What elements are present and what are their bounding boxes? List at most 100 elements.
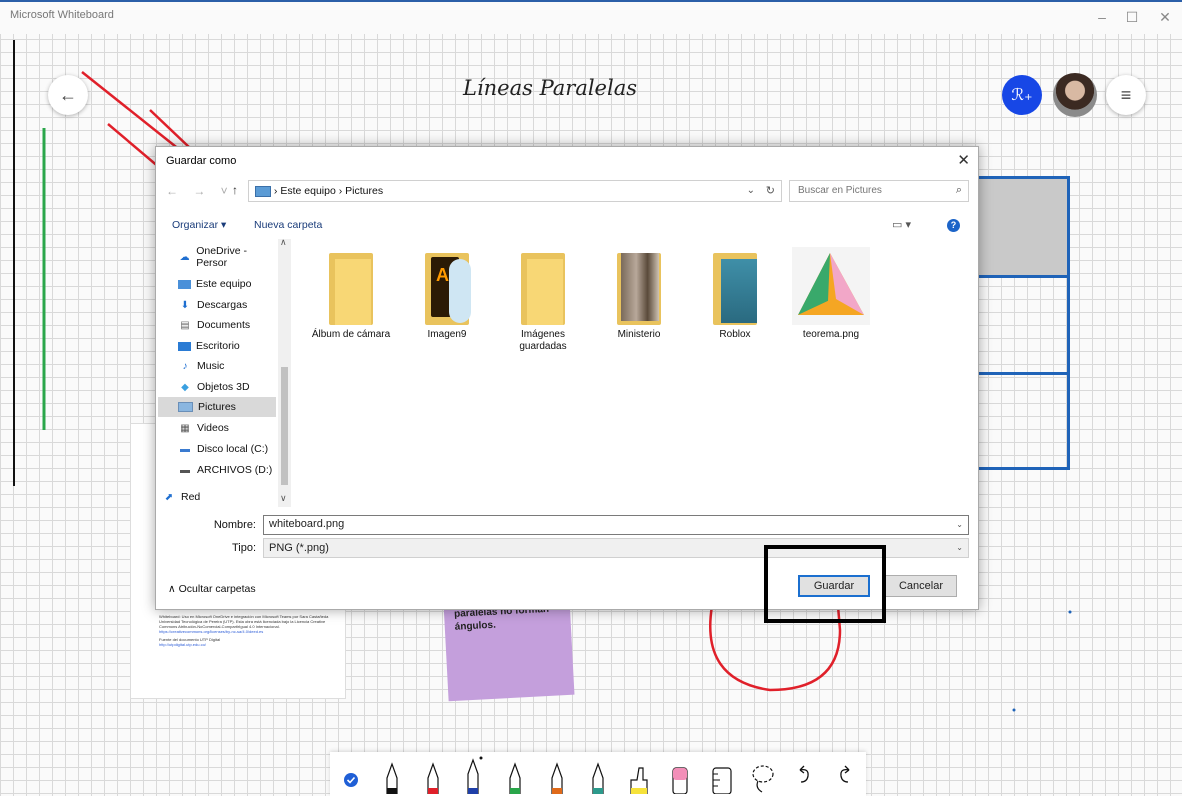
network-icon: ⬈ bbox=[164, 491, 174, 503]
nav-item-label: Music bbox=[197, 360, 225, 372]
nav-item-label: Este equipo bbox=[196, 278, 252, 290]
breadcrumb-item[interactable]: Pictures bbox=[345, 185, 383, 197]
nav-item-label: Disco local (C:) bbox=[197, 443, 269, 455]
up-arrow-icon[interactable]: ↑ bbox=[232, 183, 238, 197]
file-item[interactable]: Ministerio bbox=[594, 247, 684, 341]
annotation-highlight-box bbox=[764, 545, 886, 623]
video-icon: ▦ bbox=[180, 422, 190, 434]
dialog-close-button[interactable]: ✕ bbox=[957, 151, 970, 169]
ruler-icon[interactable] bbox=[707, 754, 737, 794]
redo-icon[interactable] bbox=[830, 754, 860, 794]
card-license-link[interactable]: https://creativecommons.org/licenses/by-… bbox=[159, 629, 339, 634]
invite-button[interactable]: ℛ₊ bbox=[1002, 75, 1042, 115]
table-shape[interactable] bbox=[975, 176, 1070, 470]
nav-scrollbar[interactable]: ∧ ∨ bbox=[278, 237, 291, 507]
undo-icon[interactable] bbox=[789, 754, 819, 794]
chevron-down-icon: ⌄ bbox=[956, 543, 963, 552]
pen-orange[interactable] bbox=[542, 754, 572, 794]
back-forward-icons[interactable]: ← → ˅ bbox=[166, 184, 234, 198]
nav-item-label: Descargas bbox=[197, 299, 248, 311]
pen-blue[interactable] bbox=[459, 754, 489, 794]
filename-field[interactable]: whiteboard.png ⌄ bbox=[263, 515, 969, 535]
computer-icon bbox=[178, 279, 191, 289]
file-item[interactable]: Imágenes guardadas bbox=[498, 247, 588, 353]
help-icon[interactable]: ? bbox=[947, 219, 960, 232]
pen-black[interactable] bbox=[377, 754, 407, 794]
nav-item-documents[interactable]: ▤ Documents bbox=[158, 315, 276, 335]
nav-item-local-disk[interactable]: ▬ Disco local (C:) bbox=[158, 439, 276, 459]
avatar[interactable] bbox=[1053, 73, 1097, 117]
pictures-icon bbox=[178, 402, 193, 412]
nav-item-label: Pictures bbox=[198, 401, 236, 413]
breadcrumb-item[interactable]: Este equipo bbox=[280, 185, 335, 197]
hide-folders-toggle[interactable]: ∧ Ocultar carpetas bbox=[168, 583, 256, 595]
board-title[interactable]: Líneas Paralelas bbox=[380, 76, 720, 100]
menu-button[interactable]: ≡ bbox=[1106, 75, 1146, 115]
desktop-icon bbox=[178, 341, 191, 351]
search-input[interactable] bbox=[796, 184, 940, 197]
highlighter-icon[interactable] bbox=[624, 754, 654, 794]
nav-item-label: Escritorio bbox=[196, 340, 240, 352]
nav-item-label: ARCHIVOS (D:) bbox=[197, 464, 273, 476]
roblox-folder-icon bbox=[705, 247, 765, 325]
file-label: teorema.png bbox=[802, 329, 860, 340]
music-icon: ♪ bbox=[182, 360, 188, 372]
scroll-up-icon[interactable]: ∧ bbox=[280, 237, 287, 248]
back-arrow-icon: ← bbox=[59, 84, 77, 105]
save-as-dialog: Guardar como ✕ ← → ˅ ↑ › Este equipo › P… bbox=[155, 146, 979, 610]
nav-item-pictures[interactable]: Pictures bbox=[158, 397, 276, 417]
card-text: Whiteboard: Uso en Microsoft OneDrive e … bbox=[159, 614, 339, 647]
refresh-icon[interactable]: ↻ bbox=[766, 184, 775, 197]
eraser-icon[interactable] bbox=[665, 754, 695, 794]
nav-item-archivos[interactable]: ▬ ARCHIVOS (D:) bbox=[158, 460, 276, 480]
drive-icon: ▬ bbox=[180, 464, 190, 476]
illustrator-folder-icon: Ai bbox=[417, 247, 477, 325]
view-options-icon[interactable]: ▭ ▾ bbox=[892, 218, 911, 231]
file-item[interactable]: Ai Imagen9 bbox=[402, 247, 492, 341]
nav-item-music[interactable]: ♪ Music bbox=[158, 356, 276, 376]
image-thumbnail bbox=[792, 247, 870, 325]
nav-item-label: Documents bbox=[197, 319, 251, 331]
back-button[interactable]: ← bbox=[48, 75, 88, 115]
scroll-thumb[interactable] bbox=[281, 367, 288, 485]
file-item[interactable]: teorema.png bbox=[786, 247, 876, 341]
nav-item-network[interactable]: ⬈ Red bbox=[142, 487, 260, 507]
lasso-icon[interactable] bbox=[748, 754, 778, 794]
address-bar[interactable]: › Este equipo › Pictures ⌄ ↻ bbox=[248, 180, 782, 202]
search-icon: ⌕ bbox=[955, 184, 962, 196]
scroll-down-icon[interactable]: ∨ bbox=[280, 493, 287, 504]
pen-red[interactable] bbox=[418, 754, 448, 794]
organize-menu[interactable]: Organizar ▾ bbox=[172, 219, 226, 231]
filetype-label: Tipo: bbox=[231, 542, 256, 554]
nav-item-this-pc[interactable]: Este equipo bbox=[158, 274, 276, 294]
cloud-icon: ☁ bbox=[179, 251, 190, 263]
disk-icon: ▬ bbox=[180, 443, 190, 455]
pen-green[interactable] bbox=[500, 754, 530, 794]
chevron-down-icon[interactable]: ⌄ bbox=[747, 185, 755, 196]
filename-value: whiteboard.png bbox=[269, 518, 345, 530]
search-box[interactable]: ⌕ bbox=[789, 180, 969, 202]
document-icon: ▤ bbox=[180, 319, 190, 331]
breadcrumb: › Este equipo › Pictures bbox=[255, 185, 383, 197]
chevron-down-icon[interactable]: ⌄ bbox=[956, 520, 963, 529]
nav-item-desktop[interactable]: Escritorio bbox=[158, 336, 276, 356]
dialog-title: Guardar como bbox=[166, 155, 237, 167]
pictures-icon bbox=[255, 185, 271, 197]
file-label: Imagen9 bbox=[427, 329, 467, 340]
sticky-note[interactable]: paralelas no forman ángulos. bbox=[443, 596, 575, 702]
file-item[interactable]: Álbum de cámara bbox=[306, 247, 396, 341]
check-icon[interactable] bbox=[336, 754, 366, 794]
dialog-toolbar: Organizar ▾ Nueva carpeta ▭ ▾ ? bbox=[156, 215, 978, 237]
file-item[interactable]: Roblox bbox=[690, 247, 780, 341]
new-folder-button[interactable]: Nueva carpeta bbox=[254, 219, 322, 231]
address-row: ← → ˅ ↑ › Este equipo › Pictures ⌄ ↻ ⌕ bbox=[156, 177, 978, 207]
nav-item-downloads[interactable]: ⬇ Descargas bbox=[158, 295, 276, 315]
pen-teal[interactable] bbox=[583, 754, 613, 794]
card-footer-link[interactable]: http://utpdigital.utp.edu.co/ bbox=[159, 642, 339, 647]
nav-item-onedrive[interactable]: ☁ OneDrive - Persor bbox=[158, 245, 276, 269]
file-label: Álbum de cámara bbox=[311, 329, 391, 340]
nav-item-videos[interactable]: ▦ Videos bbox=[158, 418, 276, 438]
filetype-value: PNG (*.png) bbox=[269, 542, 329, 554]
cancel-button[interactable]: Cancelar bbox=[885, 575, 957, 597]
nav-item-3d-objects[interactable]: ◆ Objetos 3D bbox=[158, 377, 276, 397]
